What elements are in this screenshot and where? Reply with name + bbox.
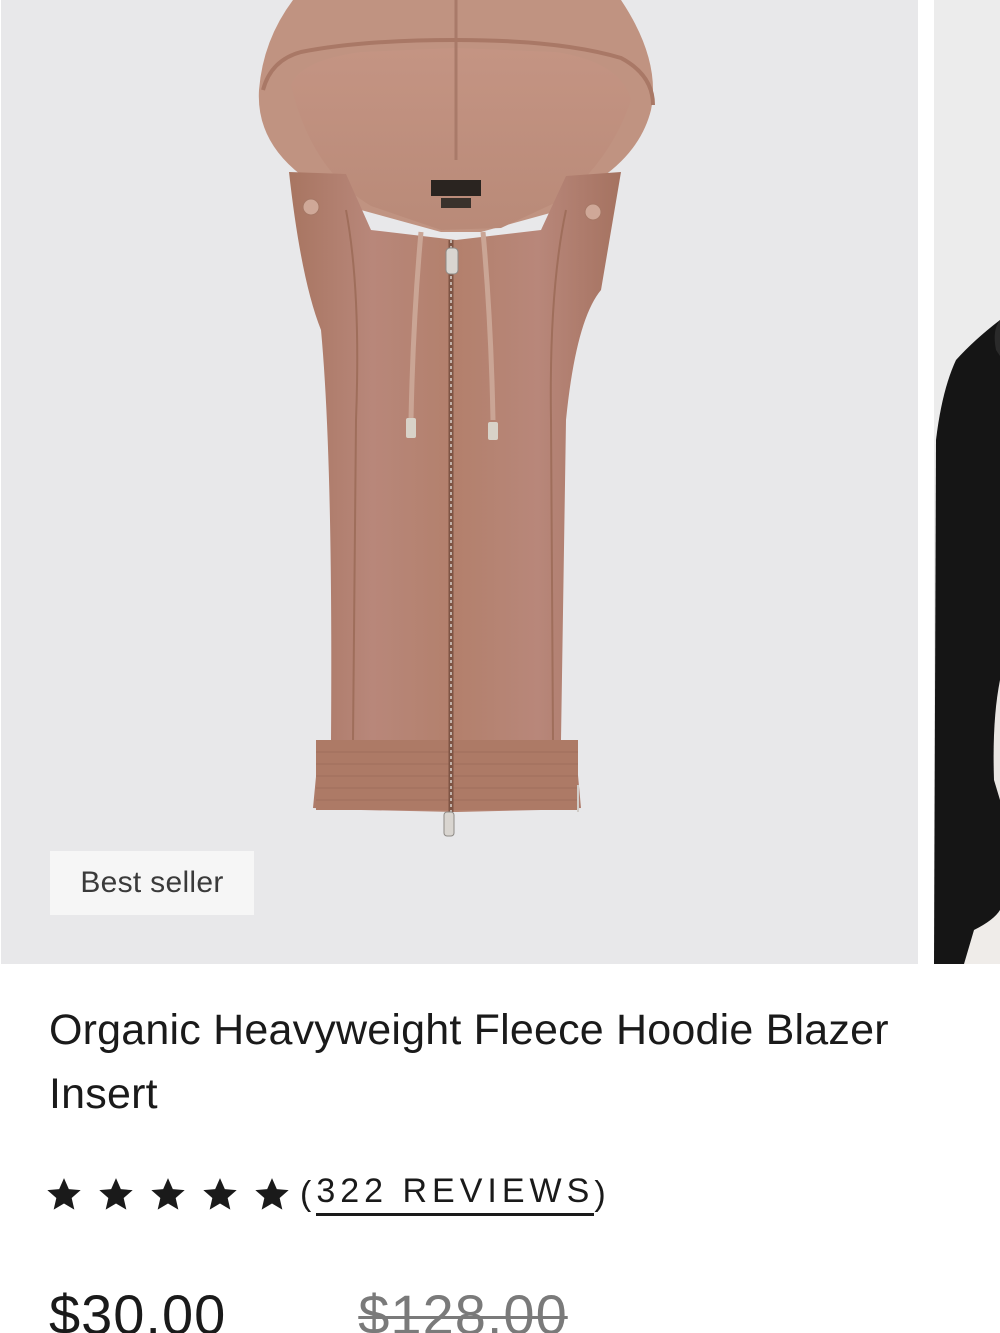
rating-row: (322 REVIEWS) xyxy=(44,1166,611,1222)
star-icon xyxy=(96,1174,136,1214)
star-icon xyxy=(148,1174,188,1214)
star-icon xyxy=(44,1174,84,1214)
hoodie-insert-image xyxy=(258,0,655,837)
reviews-count-label[interactable]: 322 REVIEWS xyxy=(316,1172,595,1216)
price-row: $30.00 $128.00 xyxy=(49,1280,568,1333)
reviews-open-paren: ( xyxy=(300,1174,317,1213)
product-title: Organic Heavyweight Fleece Hoodie Blazer… xyxy=(49,1006,889,1118)
model-photo-image xyxy=(934,0,1000,964)
product-page: Best seller Organic Heavyweight Fleece H… xyxy=(0,0,1000,1333)
best-seller-badge: Best seller xyxy=(50,851,254,915)
star-icon xyxy=(252,1174,292,1214)
original-price: $128.00 xyxy=(358,1283,568,1333)
sale-price: $30.00 xyxy=(49,1283,227,1333)
product-image-next[interactable] xyxy=(934,0,1000,964)
reviews-link[interactable]: (322 REVIEWS) xyxy=(300,1172,611,1216)
product-image-main[interactable]: Best seller xyxy=(1,0,918,964)
product-image-carousel[interactable]: Best seller xyxy=(0,0,1000,964)
reviews-close-paren: ) xyxy=(594,1174,611,1213)
star-rating xyxy=(44,1174,304,1214)
star-icon xyxy=(200,1174,240,1214)
